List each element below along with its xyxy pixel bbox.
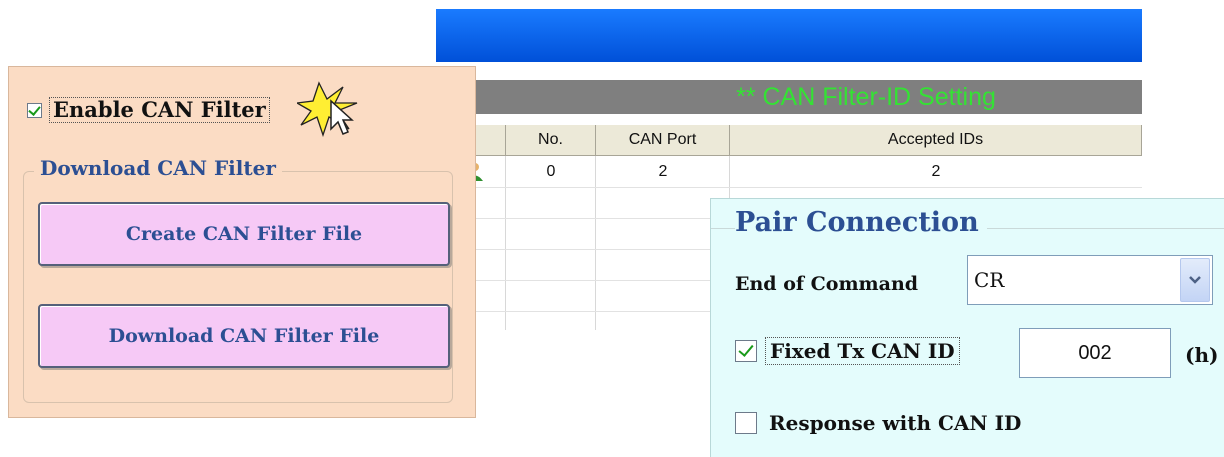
filter-table-title: ** CAN Filter-ID Setting	[736, 82, 996, 111]
response-with-can-id-checkbox[interactable]	[735, 412, 757, 434]
cell-no: 0	[546, 163, 556, 180]
enable-can-filter-checkbox[interactable]	[27, 102, 42, 118]
download-can-filter-title: Download CAN Filter	[34, 156, 282, 180]
end-of-command-label: End of Command	[735, 273, 919, 295]
table-header: No. CAN Port Accepted IDs	[440, 125, 1142, 156]
download-can-filter-group: Download CAN Filter Create CAN Filter Fi…	[23, 156, 453, 403]
pair-connection-panel: Pair Connection End of Command CR Fixed …	[710, 198, 1224, 457]
column-header-can-port[interactable]: CAN Port	[596, 125, 730, 155]
cell-can-port: 2	[658, 163, 668, 180]
fixed-tx-can-id-input[interactable]: 002	[1019, 328, 1171, 378]
window-title-bar	[436, 9, 1142, 62]
response-with-can-id-row[interactable]: Response with CAN ID	[735, 411, 1021, 435]
column-header-no[interactable]: No.	[506, 125, 596, 155]
fixed-tx-can-id-checkbox[interactable]	[735, 340, 757, 362]
enable-can-filter-label[interactable]: Enable CAN Filter	[49, 97, 270, 123]
create-can-filter-file-button[interactable]: Create CAN Filter File	[38, 202, 450, 266]
can-filter-panel: Enable CAN Filter Download CAN Filter Cr…	[8, 66, 476, 418]
download-can-filter-file-button[interactable]: Download CAN Filter File	[38, 304, 450, 368]
filter-table-title-bar: ** CAN Filter-ID Setting	[440, 80, 1142, 114]
enable-can-filter-row[interactable]: Enable CAN Filter	[27, 97, 270, 123]
hex-unit-label: (h)	[1185, 343, 1219, 367]
column-header-accepted-ids[interactable]: Accepted IDs	[730, 125, 1142, 155]
fixed-tx-can-id-label[interactable]: Fixed Tx CAN ID	[765, 337, 960, 365]
click-highlight-cursor-icon	[294, 81, 363, 141]
pair-connection-title: Pair Connection	[735, 207, 987, 238]
response-with-can-id-label[interactable]: Response with CAN ID	[769, 411, 1021, 435]
table-row[interactable]: 0 2 2	[440, 156, 1142, 187]
fixed-tx-can-id-row[interactable]: Fixed Tx CAN ID	[735, 337, 960, 365]
end-of-command-select[interactable]: CR	[967, 255, 1213, 305]
end-of-command-value: CR	[974, 268, 1005, 292]
chevron-down-icon[interactable]	[1180, 258, 1210, 302]
cell-accepted-ids: 2	[931, 163, 941, 180]
